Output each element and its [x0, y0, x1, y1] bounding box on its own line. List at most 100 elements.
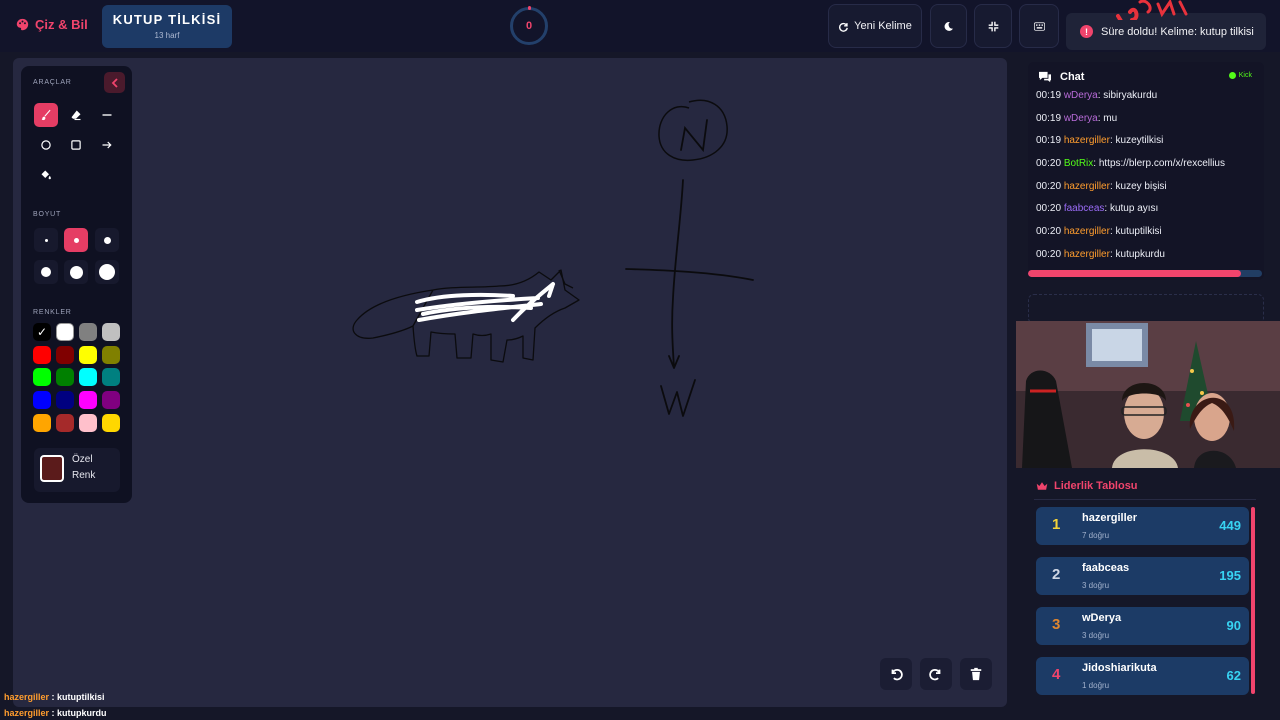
line-icon [102, 114, 112, 116]
leaderboard-title: Liderlik Tablosu [1054, 480, 1138, 492]
fill-icon [41, 170, 51, 180]
overlay-chat-text: : kutupkurdu [49, 708, 107, 718]
collapse-panel-button[interactable] [104, 72, 125, 93]
color-swatch[interactable] [79, 323, 97, 341]
player-score: 449 [1219, 518, 1241, 533]
arrow-tool[interactable] [95, 133, 119, 157]
message-time: 00:20 [1036, 158, 1064, 170]
chat-message: 00:20 hazergiller: kutupkurdu [1036, 248, 1258, 271]
word-display: KUTUP TİLKİSİ 13 harf [102, 5, 232, 48]
color-swatch[interactable] [56, 413, 74, 432]
color-swatch[interactable] [33, 368, 51, 387]
leaderboard-scrollbar[interactable] [1251, 507, 1255, 694]
platform-name: Kick [1238, 72, 1252, 79]
message-user[interactable]: hazergiller [1064, 135, 1110, 146]
color-swatch[interactable] [33, 391, 51, 410]
message-text: : kutupkurdu [1109, 248, 1165, 260]
chat-panel: Chat Kick 00:19 wDerya: sibiryakurdu 00:1… [1028, 62, 1264, 280]
size-option-6[interactable] [95, 260, 119, 284]
size-option-4[interactable] [34, 260, 58, 284]
custom-color-swatch[interactable] [40, 455, 64, 482]
message-user[interactable]: hazergiller [1064, 249, 1110, 260]
message-user[interactable]: faabceas [1064, 203, 1105, 214]
chat-message: 00:20 hazergiller: kutuptilkisi [1036, 225, 1258, 248]
message-text: : kuzeytilkisi [1109, 135, 1164, 147]
chat-message: 00:19 hazergiller: kuzeytilkisi [1036, 134, 1258, 157]
message-user[interactable]: wDerya [1064, 113, 1098, 124]
color-swatch[interactable] [102, 413, 120, 432]
stream-overlay-graphic [1116, 0, 1188, 20]
fullscreen-button[interactable] [974, 4, 1012, 48]
color-swatch[interactable]: ✓ [33, 323, 51, 341]
stream-chat-overlay: hazergiller : kutuptilkisi hazergiller : … [4, 689, 107, 720]
size-option-2[interactable] [64, 228, 88, 252]
word-title: KUTUP TİLKİSİ [112, 12, 222, 27]
color-swatch[interactable] [102, 368, 120, 387]
app-name: Çiz & Bil [35, 17, 88, 32]
message-time: 00:19 [1036, 135, 1064, 147]
color-swatch[interactable] [56, 368, 74, 387]
line-tool[interactable] [95, 103, 119, 127]
palette-icon [16, 18, 29, 31]
eraser-tool[interactable] [64, 103, 88, 127]
keyboard-icon [1033, 21, 1045, 31]
chat-title: Chat [1060, 71, 1085, 83]
color-swatch[interactable] [79, 368, 97, 387]
timer-value: 0 [525, 20, 533, 32]
refresh-icon [839, 22, 849, 32]
circle-tool[interactable] [34, 133, 58, 157]
keyboard-button[interactable] [1019, 4, 1059, 48]
redo-button[interactable] [920, 658, 952, 690]
size-dot [99, 264, 115, 280]
rank-number: 2 [1052, 566, 1061, 583]
message-user[interactable]: hazergiller [1064, 181, 1110, 192]
undo-button[interactable] [880, 658, 912, 690]
color-swatch[interactable] [79, 345, 97, 364]
word-length: 13 harf [154, 31, 180, 40]
overlay-chat-text: : kutuptilkisi [49, 692, 105, 702]
size-option-3[interactable] [95, 228, 119, 252]
chat-messages[interactable]: 00:19 wDerya: sibiryakurdu 00:19 wDerya: … [1036, 89, 1258, 271]
color-swatch[interactable] [79, 413, 97, 432]
overlay-chat-user: hazergiller [4, 692, 50, 702]
message-text: : sibiryakurdu [1097, 90, 1158, 101]
color-swatch[interactable] [56, 345, 74, 364]
guess-area [1028, 294, 1264, 324]
message-user[interactable]: wDerya [1064, 90, 1098, 101]
message-time: 00:19 [1036, 90, 1064, 101]
overlay-chat-line: hazergiller : kutuptilkisi [4, 689, 107, 705]
new-word-button[interactable]: Yeni Kelime [828, 4, 922, 48]
color-swatch[interactable] [56, 323, 74, 341]
player-score: 62 [1226, 668, 1241, 683]
crown-icon [1036, 482, 1048, 490]
size-option-5[interactable] [64, 260, 88, 284]
color-swatch[interactable] [33, 413, 51, 432]
square-tool[interactable] [64, 133, 88, 157]
color-swatch[interactable] [79, 391, 97, 410]
player-score: 195 [1219, 568, 1241, 583]
color-swatch[interactable] [102, 391, 120, 410]
colors-section-label: RENKLER [33, 309, 72, 316]
custom-color-label: Özel Renk [72, 454, 96, 481]
message-user[interactable]: hazergiller [1064, 226, 1110, 237]
color-swatch[interactable] [102, 323, 120, 341]
color-swatch[interactable] [102, 345, 120, 364]
message-text: : kutup ayısı [1104, 203, 1159, 215]
custom-color-picker[interactable]: Özel Renk [34, 448, 120, 492]
color-swatch[interactable] [33, 345, 51, 364]
theme-toggle-button[interactable] [930, 4, 967, 48]
message-time: 00:20 [1036, 180, 1064, 192]
round-progress-fill [1028, 270, 1241, 277]
brush-tool[interactable] [34, 103, 58, 127]
message-time: 00:19 [1036, 112, 1064, 124]
color-swatch[interactable] [56, 391, 74, 410]
size-option-1[interactable] [34, 228, 58, 252]
drawing-canvas[interactable] [13, 58, 1007, 707]
message-user[interactable]: BotRix [1064, 158, 1093, 169]
fill-tool[interactable] [34, 163, 58, 187]
clear-canvas-button[interactable] [960, 658, 992, 690]
redo-icon [929, 669, 941, 681]
overlay-chat-line: hazergiller : kutupkurdu [4, 705, 107, 720]
app-logo[interactable]: Çiz & Bil [16, 17, 88, 32]
webcam-feed [1016, 321, 1280, 468]
